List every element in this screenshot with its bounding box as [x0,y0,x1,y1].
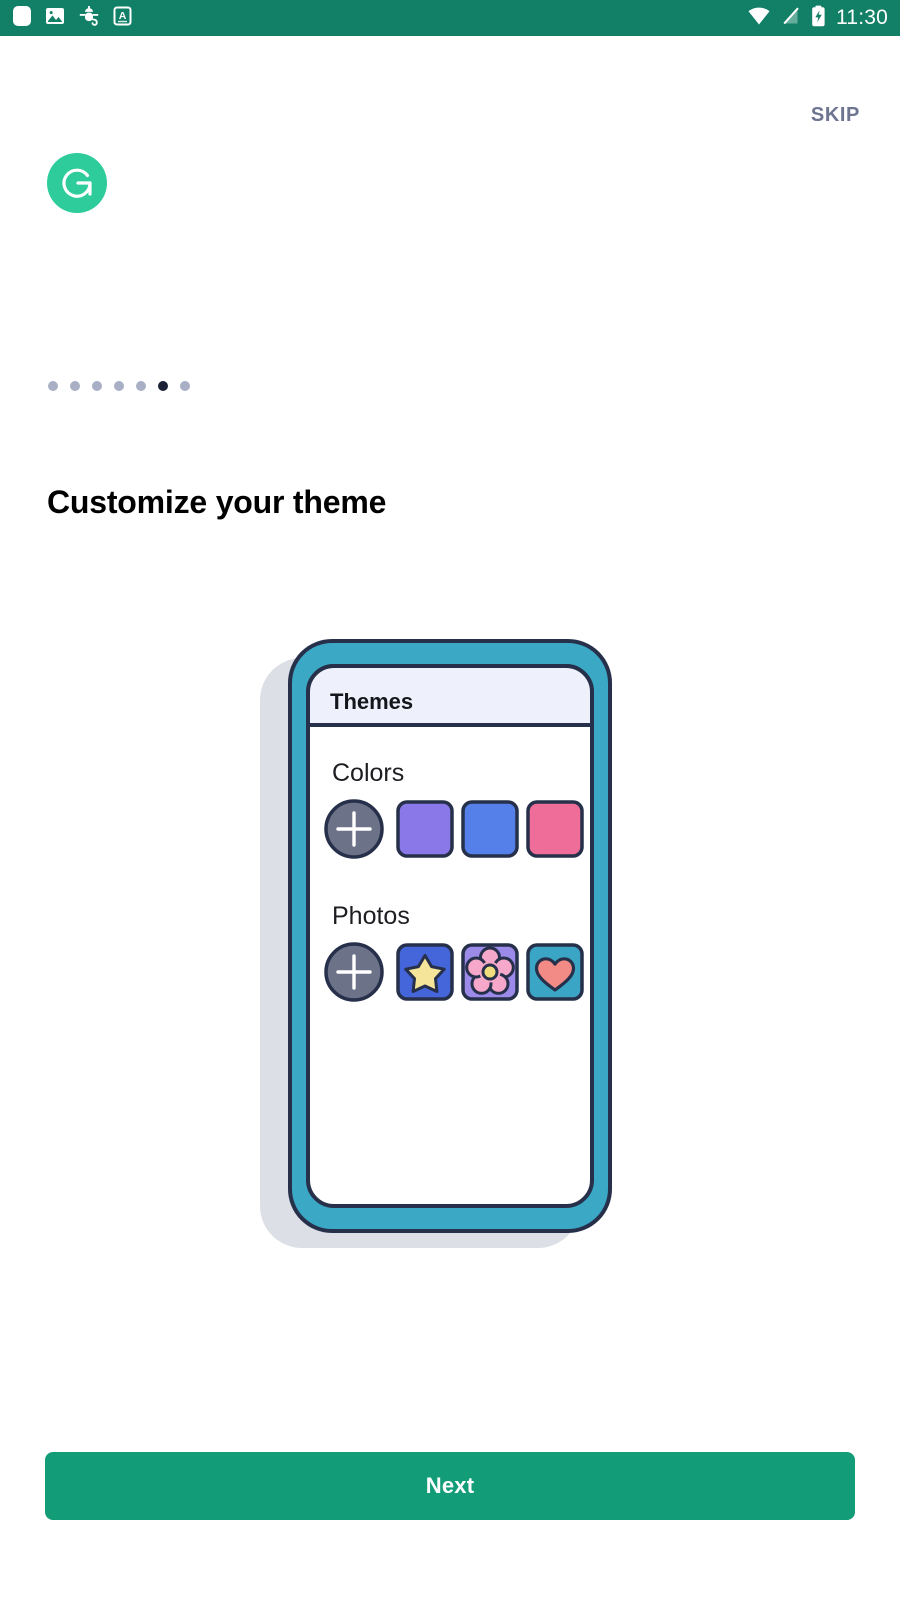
status-bar: A 11:30 [0,0,900,36]
add-color-button [324,799,384,859]
wifi-icon [747,6,771,31]
page-title: Customize your theme [47,484,387,520]
signal-off-icon [781,6,801,31]
app-logo [47,153,107,213]
svg-text:A: A [119,10,127,22]
image-icon [45,6,65,31]
color-swatch-pink [526,800,584,858]
photo-tile-flower [461,943,519,1001]
pager-dots [48,381,190,391]
status-bar-right-icons: 11:30 [747,5,888,32]
color-swatch-purple [396,800,454,858]
status-bar-clock: 11:30 [836,6,888,29]
pager-dot[interactable] [48,381,58,391]
photo-tile-heart [526,943,584,1001]
pager-dot[interactable] [114,381,124,391]
status-bar-left-icons: A [12,5,132,32]
add-photo-button [324,942,384,1002]
pager-dot-active[interactable] [158,381,168,391]
bug-icon [78,5,100,32]
battery-charging-icon [811,5,826,32]
illustration-colors-label: Colors [332,759,404,787]
pager-dot[interactable] [92,381,102,391]
next-button[interactable]: Next [45,1452,855,1520]
color-swatch-blue [461,800,519,858]
illustration-appbar: Themes [306,664,594,727]
letter-a-icon: A [113,6,132,31]
rounded-square-icon [12,5,32,32]
onboarding-screen: A 11:30 SKIP Customize your theme Themes… [0,0,900,1600]
skip-button[interactable]: SKIP [811,104,860,127]
themes-phone-illustration: Themes Colors Photos [250,636,620,1261]
illustration-phone-frame [288,639,612,1233]
pager-dot[interactable] [180,381,190,391]
illustration-photos-label: Photos [332,902,410,930]
photo-tile-star [396,943,454,1001]
illustration-appbar-title: Themes [330,689,413,714]
pager-dot[interactable] [136,381,146,391]
pager-dot[interactable] [70,381,80,391]
